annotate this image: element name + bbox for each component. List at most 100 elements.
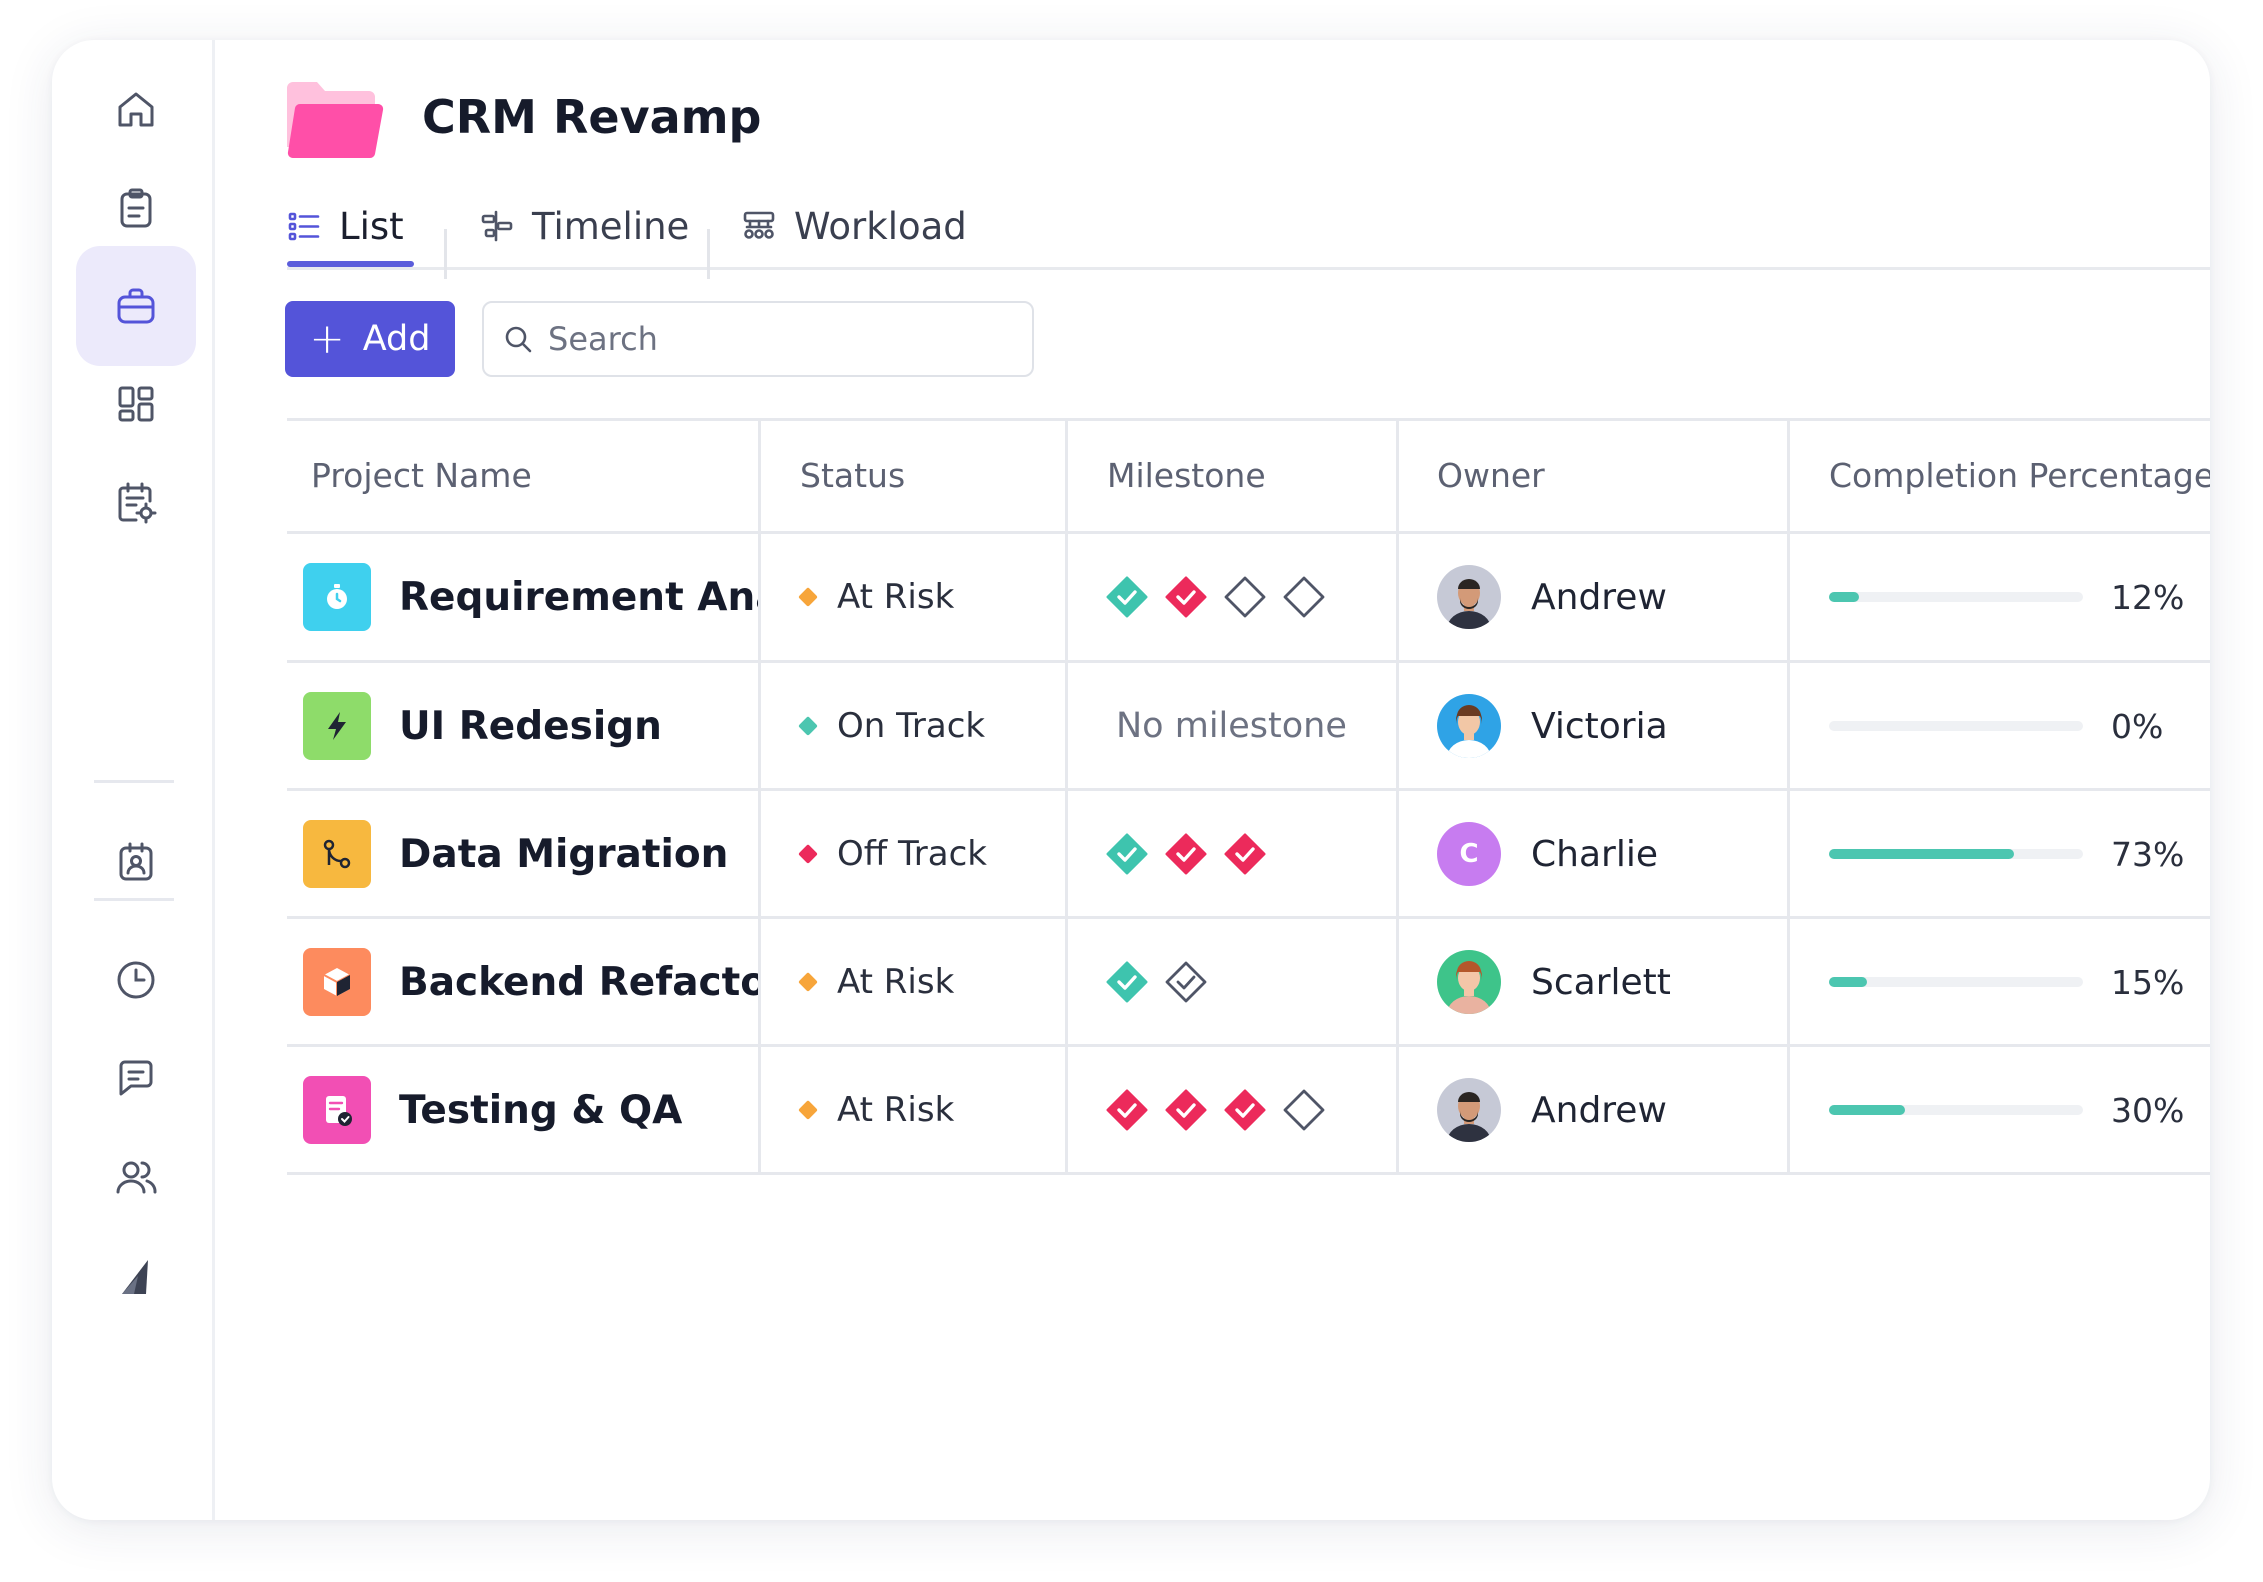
clock-icon xyxy=(117,961,155,999)
owner-name: Charlie xyxy=(1531,833,1658,875)
project-name[interactable]: Testing & QA xyxy=(399,1088,682,1133)
active-tab-indicator xyxy=(287,261,414,267)
column-divider xyxy=(1396,418,1399,1172)
table-border xyxy=(287,418,2210,421)
tab-workload[interactable]: Workload xyxy=(742,185,967,267)
progress-bar xyxy=(1829,592,2083,602)
progress-fill xyxy=(1829,592,1860,602)
project-icon xyxy=(303,948,371,1016)
project-name[interactable]: Data Migration xyxy=(399,832,728,877)
project-icon xyxy=(303,692,371,760)
avatar xyxy=(1437,565,1501,629)
status-label: Off Track xyxy=(837,834,987,874)
project-name[interactable]: Backend Refactoring xyxy=(399,960,758,1005)
owner-cell[interactable]: Victoria xyxy=(1437,663,1668,789)
plus-icon: + xyxy=(309,314,345,363)
tab-list[interactable]: List xyxy=(287,185,414,267)
avatar-photo xyxy=(1447,705,1491,758)
owner-cell[interactable]: Andrew xyxy=(1437,1047,1667,1173)
table-row[interactable]: Backend Refactoring xyxy=(303,919,758,1045)
milestone-diamond-icon[interactable] xyxy=(1163,574,1209,620)
app-window: CRM Revamp List Timeline Workload + Add xyxy=(52,40,2210,1520)
owner-cell[interactable]: Scarlett xyxy=(1437,919,1671,1045)
status-cell[interactable]: Off Track xyxy=(798,791,987,917)
completion-cell: 15% xyxy=(1829,919,2184,1045)
completion-percent: 15% xyxy=(2111,962,2185,1002)
owner-name: Andrew xyxy=(1531,1089,1667,1131)
status-diamond-icon xyxy=(798,587,818,607)
view-tabs: List Timeline Workload xyxy=(287,185,2210,279)
search-input[interactable] xyxy=(546,319,1010,359)
milestone-diamond-icon[interactable] xyxy=(1163,831,1209,877)
avatar-photo xyxy=(1447,961,1491,1014)
tab-label: Workload xyxy=(794,204,967,248)
search-box[interactable] xyxy=(482,301,1034,377)
milestone-cell[interactable] xyxy=(1104,919,1222,1045)
project-name[interactable]: Requirement Analysis xyxy=(399,575,758,620)
column-header-milestone[interactable]: Milestone xyxy=(1107,456,1266,495)
milestone-cell[interactable] xyxy=(1104,791,1281,917)
progress-bar xyxy=(1829,1105,2083,1115)
milestone-diamond-icon[interactable] xyxy=(1163,1087,1209,1133)
tab-label: List xyxy=(339,204,404,248)
folder-icon xyxy=(287,82,384,159)
status-label: At Risk xyxy=(837,962,955,1002)
milestone-cell[interactable] xyxy=(1104,1047,1340,1173)
milestone-diamond-icon[interactable] xyxy=(1222,1087,1268,1133)
project-name[interactable]: UI Redesign xyxy=(399,704,662,749)
milestone-diamond-icon[interactable] xyxy=(1104,1087,1150,1133)
logo-icon xyxy=(122,1260,148,1294)
status-cell[interactable]: At Risk xyxy=(798,919,955,1045)
milestone-diamond-icon[interactable] xyxy=(1104,831,1150,877)
milestone-diamond-icon[interactable] xyxy=(1104,959,1150,1005)
owner-cell[interactable]: Andrew xyxy=(1437,534,1667,660)
avatar-initial: C xyxy=(1459,839,1479,869)
home-icon xyxy=(118,92,154,127)
status-cell[interactable]: On Track xyxy=(798,663,985,789)
table-row[interactable]: Data Migration xyxy=(303,791,758,917)
status-cell[interactable]: At Risk xyxy=(798,534,955,660)
avatar-photo xyxy=(1447,1092,1491,1142)
progress-bar xyxy=(1829,721,2083,731)
milestone-diamond-icon[interactable] xyxy=(1163,959,1209,1005)
contact-badge-icon xyxy=(119,842,153,881)
milestone-cell[interactable] xyxy=(1104,534,1340,660)
dashboard-icon xyxy=(118,386,154,422)
column-header-project-name[interactable]: Project Name xyxy=(311,456,532,495)
column-divider xyxy=(1787,418,1790,1172)
column-header-owner[interactable]: Owner xyxy=(1437,456,1545,495)
completion-percent: 12% xyxy=(2111,577,2185,617)
tab-timeline[interactable]: Timeline xyxy=(480,185,689,267)
status-label: At Risk xyxy=(837,1090,955,1130)
no-milestone-text: No milestone xyxy=(1116,706,1347,746)
project-icon xyxy=(303,820,371,888)
users-icon xyxy=(116,1161,157,1194)
milestone-diamond-icon[interactable] xyxy=(1104,574,1150,620)
table-row[interactable]: UI Redesign xyxy=(303,663,758,789)
status-cell[interactable]: At Risk xyxy=(798,1047,955,1173)
sidebar-item-attendance[interactable] xyxy=(76,802,196,922)
sidebar-item-logo[interactable] xyxy=(76,1216,196,1336)
table-row[interactable]: Requirement Analysis xyxy=(303,534,758,660)
page-title: CRM Revamp xyxy=(422,90,762,144)
status-diamond-icon xyxy=(798,972,818,992)
main-content: CRM Revamp List Timeline Workload + Add xyxy=(212,40,2210,1520)
project-icon xyxy=(303,1076,371,1144)
owner-name: Andrew xyxy=(1531,576,1667,618)
avatar: C xyxy=(1437,822,1501,886)
milestone-diamond-icon[interactable] xyxy=(1222,574,1268,620)
sidebar-item-planner[interactable] xyxy=(76,443,196,563)
calendar-settings-icon xyxy=(118,482,157,524)
milestone-diamond-icon[interactable] xyxy=(1281,1087,1327,1133)
owner-cell[interactable]: C Charlie xyxy=(1437,791,1658,917)
milestone-diamond-icon[interactable] xyxy=(1281,574,1327,620)
add-button[interactable]: + Add xyxy=(285,301,455,377)
milestone-cell[interactable]: No milestone xyxy=(1116,663,1347,789)
column-header-status[interactable]: Status xyxy=(800,456,905,495)
project-icon xyxy=(303,563,371,631)
status-label: At Risk xyxy=(837,577,955,617)
list-icon xyxy=(288,212,320,241)
column-header-completion[interactable]: Completion Percentage xyxy=(1829,456,2210,495)
milestone-diamond-icon[interactable] xyxy=(1222,831,1268,877)
table-row[interactable]: Testing & QA xyxy=(303,1047,758,1173)
